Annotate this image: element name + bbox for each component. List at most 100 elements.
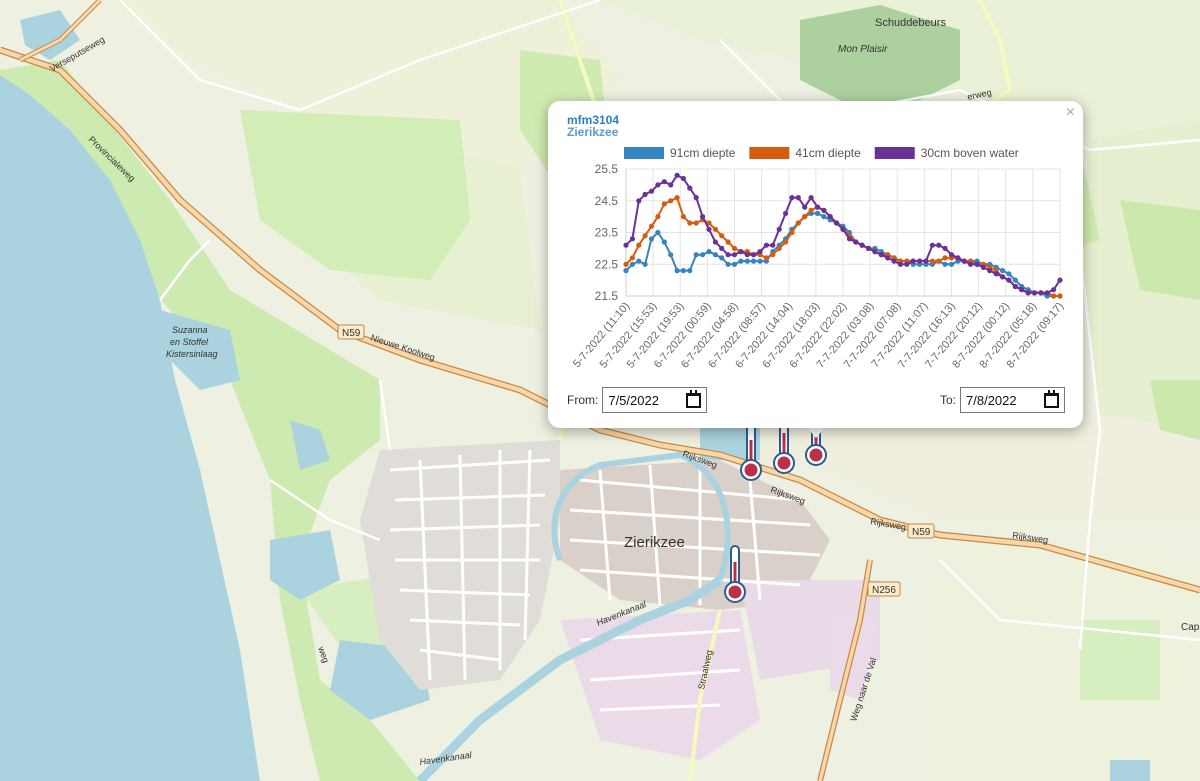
y-tick-label: 21.5: [595, 289, 619, 303]
calendar-icon[interactable]: [1044, 389, 1060, 408]
data-point: [783, 239, 789, 245]
data-point: [897, 261, 903, 267]
data-point: [655, 229, 661, 236]
legend-swatch: [749, 147, 790, 159]
from-date-input[interactable]: 7/5/2022: [602, 387, 708, 413]
data-point: [706, 226, 712, 232]
data-point: [802, 204, 808, 210]
data-point: [814, 204, 821, 210]
legend-label: 41cm diepte: [795, 146, 861, 160]
data-point: [1006, 271, 1012, 277]
data-point: [878, 252, 884, 258]
data-point: [700, 214, 706, 220]
data-point: [987, 268, 993, 274]
data-point: [1019, 287, 1025, 293]
station-name: Zierikzee: [567, 125, 619, 139]
data-point: [859, 242, 865, 248]
data-point: [751, 252, 757, 258]
label-kistersinlaag-2: en Stoffel: [170, 337, 209, 347]
data-point: [1051, 293, 1057, 299]
shield-n59-east: N59: [907, 523, 935, 539]
data-point: [731, 245, 738, 251]
data-point: [706, 249, 712, 255]
from-date-row: From: 7/5/2022: [567, 387, 708, 413]
data-point: [808, 195, 814, 201]
data-point: [827, 214, 833, 220]
shield-n256: N256: [867, 581, 901, 597]
data-point: [1012, 283, 1018, 290]
y-tick-label: 23.5: [595, 226, 619, 240]
data-point: [687, 185, 693, 191]
data-point: [725, 252, 731, 258]
from-label: From:: [567, 393, 599, 407]
data-point: [1012, 277, 1018, 283]
data-point: [948, 261, 955, 267]
data-point: [763, 255, 769, 261]
data-point: [744, 252, 750, 258]
data-point: [680, 214, 686, 220]
data-point: [636, 198, 642, 204]
data-point: [865, 245, 872, 251]
y-tick-label: 24.5: [595, 194, 619, 208]
data-point: [725, 239, 731, 245]
calendar-icon[interactable]: [686, 389, 702, 408]
data-point: [968, 261, 974, 267]
data-point: [693, 195, 699, 201]
data-point: [668, 182, 674, 188]
data-point: [936, 258, 942, 264]
data-point: [693, 220, 699, 226]
data-point: [725, 261, 731, 267]
data-point: [917, 258, 923, 264]
data-point: [648, 236, 655, 242]
data-point: [872, 249, 878, 255]
data-point: [712, 252, 718, 258]
data-point: [648, 223, 655, 229]
data-point: [1025, 290, 1031, 296]
data-point: [642, 261, 648, 267]
data-point: [719, 233, 725, 239]
data-point: [974, 261, 980, 267]
y-tick-label: 22.5: [595, 257, 619, 271]
data-point: [1000, 268, 1006, 274]
to-date-input[interactable]: 7/8/2022: [960, 387, 1066, 413]
data-point: [757, 249, 763, 255]
data-point: [731, 261, 738, 267]
label-mon-plaisir: Mon Plaisir: [838, 44, 888, 55]
data-point: [891, 258, 897, 264]
data-point: [712, 226, 718, 232]
data-point: [936, 242, 942, 248]
data-point: [846, 236, 852, 242]
data-point: [834, 220, 840, 226]
close-button[interactable]: ×: [1066, 104, 1075, 122]
data-point: [712, 239, 718, 245]
data-point: [1000, 274, 1006, 280]
data-point: [680, 268, 686, 274]
data-point: [929, 258, 935, 264]
data-point: [955, 255, 961, 261]
to-date-row: To: 7/8/2022: [940, 387, 1066, 413]
data-point: [668, 198, 674, 204]
label-kistersinlaag-3: Kistersinlaag: [166, 349, 218, 359]
data-point: [674, 268, 680, 274]
from-date-value: 7/5/2022: [608, 392, 659, 408]
data-point: [719, 245, 725, 251]
data-point: [636, 258, 642, 264]
data-point: [674, 195, 680, 201]
data-point: [980, 264, 986, 270]
data-point: [821, 214, 827, 220]
data-point: [1057, 293, 1063, 299]
svg-text:N59: N59: [342, 328, 361, 339]
data-point: [623, 261, 629, 267]
data-point: [840, 226, 846, 232]
data-point: [738, 249, 744, 255]
label-kistersinlaag-1: Suzanna: [172, 325, 208, 335]
legend-label: 30cm boven water: [921, 146, 1019, 160]
legend-swatch: [874, 147, 915, 159]
data-point: [623, 268, 629, 274]
data-point: [648, 188, 655, 194]
to-label: To:: [940, 393, 957, 407]
data-point: [1051, 287, 1057, 293]
data-point: [776, 226, 782, 232]
data-point: [942, 255, 948, 261]
data-point: [1044, 290, 1050, 296]
